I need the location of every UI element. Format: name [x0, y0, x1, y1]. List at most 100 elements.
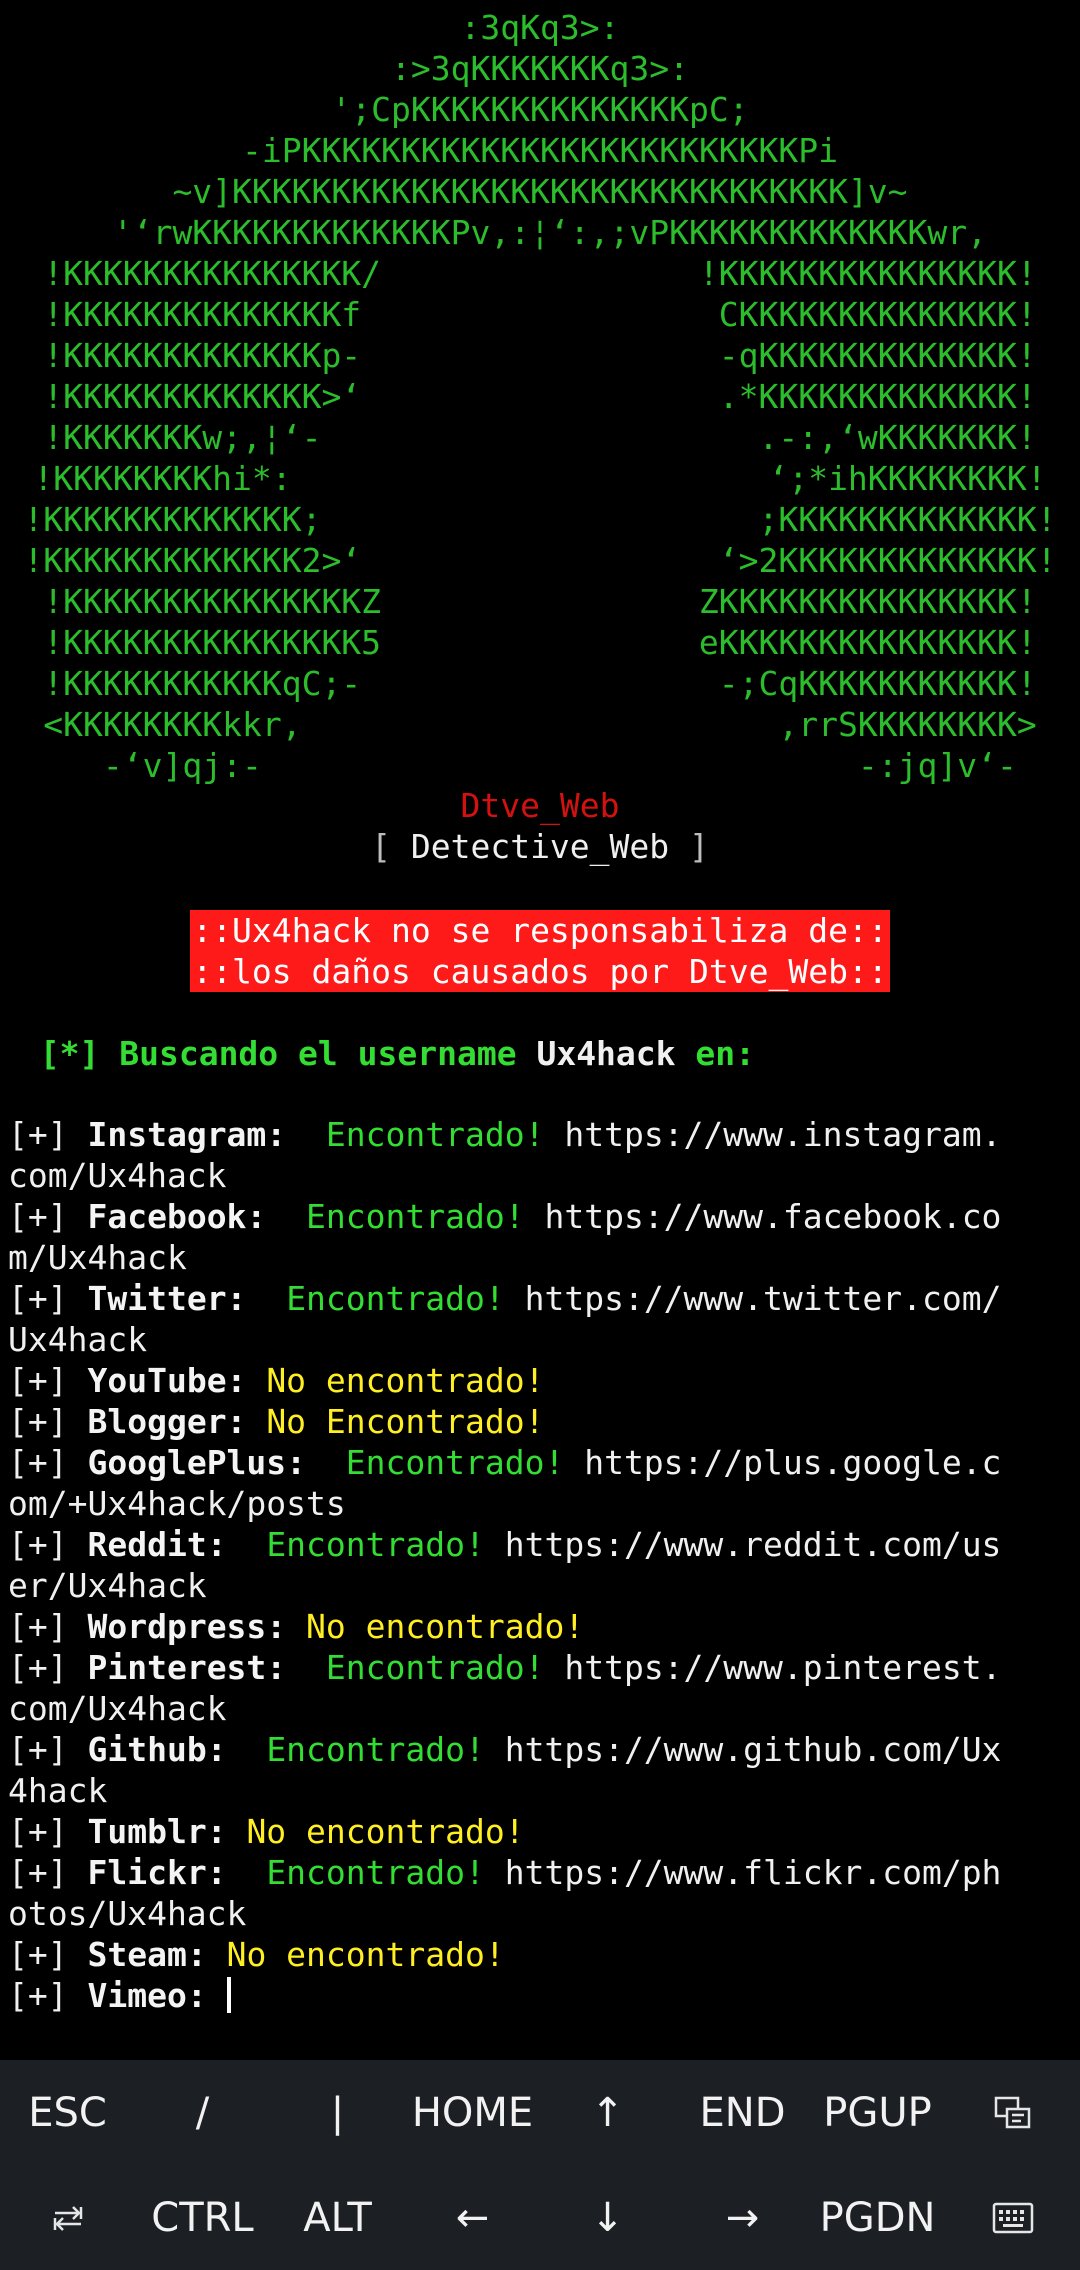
ascii-art-line: <KKKKKKKKkkr, ,rrSKKKKKKKK>: [43, 705, 1037, 744]
result-url[interactable]: https://www.flickr.com/ph: [505, 1853, 1002, 1892]
result-item: [+] Pinterest: Encontrado! https://www.p…: [8, 1647, 1076, 1729]
ascii-art-line: !KKKKKKKKKKKKK; ;KKKKKKKKKKKKK!: [23, 500, 1057, 539]
key-down[interactable]: ↓: [540, 2165, 675, 2270]
result-site: Wordpress:: [87, 1607, 287, 1646]
ascii-art-line: !KKKKKKKKKKKKK>‘ .*KKKKKKKKKKKKK!: [43, 377, 1037, 416]
result-status: No encontrado!: [266, 1361, 545, 1400]
result-site: Pinterest:: [87, 1648, 287, 1687]
key-label: →: [725, 2194, 760, 2241]
ascii-art-line: ';CpKKKKKKKKKKKKKKpC;: [331, 90, 749, 129]
ascii-art-line: '‘rwKKKKKKKKKKKKKPv,:¦‘:,;vPKKKKKKKKKKKK…: [92, 213, 988, 252]
result-marker: [+]: [8, 1853, 68, 1892]
key-tab[interactable]: [0, 2165, 135, 2270]
result-marker: [+]: [8, 1443, 68, 1482]
tab-icon: [51, 2204, 85, 2232]
key-label: PGDN: [819, 2194, 936, 2241]
result-status: Encontrado!: [306, 1197, 525, 1236]
result-marker: [+]: [8, 1607, 68, 1646]
result-marker: [+]: [8, 1402, 68, 1441]
key-esc[interactable]: ESC: [0, 2060, 135, 2165]
result-item: [+] YouTube: No encontrado!: [8, 1360, 1076, 1401]
result-site: Reddit:: [87, 1525, 227, 1564]
key-pgup[interactable]: PGUP: [810, 2060, 945, 2165]
result-url[interactable]: https://www.reddit.com/us: [505, 1525, 1002, 1564]
results-list: [+] Instagram: Encontrado! https://www.i…: [8, 1114, 1076, 2016]
result-item: [+] Vimeo:: [8, 1975, 1076, 2016]
result-url-continued[interactable]: om/+Ux4hack/posts: [8, 1483, 1076, 1524]
result-status: Encontrado!: [286, 1279, 505, 1318]
result-url-continued[interactable]: Ux4hack: [8, 1319, 1076, 1360]
result-url-continued[interactable]: otos/Ux4hack: [8, 1893, 1076, 1934]
result-marker: [+]: [8, 1361, 68, 1400]
key-slash[interactable]: /: [135, 2060, 270, 2165]
result-site: Vimeo:: [87, 1976, 207, 2015]
result-url-continued[interactable]: 4hack: [8, 1770, 1076, 1811]
result-url[interactable]: https://www.instagram.: [564, 1115, 1001, 1154]
result-marker: [+]: [8, 1935, 68, 1974]
ascii-art-logo: :3qKq3>::>3qKKKKKKKq3>: ';CpKKKKKKKKKKKKK…: [0, 7, 1080, 786]
result-status: Encontrado!: [266, 1730, 485, 1769]
result-url[interactable]: https://www.pinterest.: [564, 1648, 1001, 1687]
result-site: Blogger:: [87, 1402, 247, 1441]
key-home[interactable]: HOME: [405, 2060, 540, 2165]
result-marker: [+]: [8, 1976, 68, 2015]
key-end[interactable]: END: [675, 2060, 810, 2165]
result-item: [+] Github: Encontrado! https://www.gith…: [8, 1729, 1076, 1811]
ascii-art-line: :>3qKKKKKKKq3>:: [390, 49, 689, 88]
search-status: [*] Buscando el username Ux4hack en:: [0, 1033, 1080, 1074]
result-item: [+] Facebook: Encontrado! https://www.fa…: [8, 1196, 1076, 1278]
ascii-art-line: !KKKKKKKKKKKKKKf CKKKKKKKKKKKKKK!: [43, 295, 1037, 334]
key-right[interactable]: →: [675, 2165, 810, 2270]
search-text: Buscando el username: [99, 1034, 537, 1073]
ascii-art-line: !KKKKKKKKKKKKKKKZ ZKKKKKKKKKKKKKKK!: [43, 582, 1037, 621]
key-label: |: [330, 2089, 345, 2136]
ascii-art-line: !KKKKKKKKhi*: ‘;*ihKKKKKKKK!: [33, 459, 1047, 498]
result-url-continued[interactable]: m/Ux4hack: [8, 1237, 1076, 1278]
key-toggle-text-input[interactable]: [945, 2060, 1080, 2165]
key-label: CTRL: [151, 2194, 254, 2241]
key-label: /: [195, 2089, 210, 2136]
result-status: No Encontrado!: [266, 1402, 545, 1441]
ascii-art-line: !KKKKKKKKKKKKKKK/ !KKKKKKKKKKKKKKK!: [43, 254, 1037, 293]
key-label: HOME: [411, 2089, 534, 2136]
result-site: GooglePlus:: [87, 1443, 307, 1482]
keyboard-icon: [992, 2202, 1034, 2234]
extra-keys-row-1: ESC / | HOME ↑ END PGUP: [0, 2060, 1080, 2165]
result-marker: [+]: [8, 1197, 68, 1236]
result-item: [+] Steam: No encontrado!: [8, 1934, 1076, 1975]
terminal-output[interactable]: :3qKq3>::>3qKKKKKKKq3>: ';CpKKKKKKKKKKKKK…: [0, 0, 1080, 2060]
ascii-art-line: !KKKKKKKw;,¦‘- .-:,‘wKKKKKKK!: [43, 418, 1037, 457]
result-url[interactable]: https://www.facebook.co: [544, 1197, 1001, 1236]
key-keyboard[interactable]: [945, 2165, 1080, 2270]
key-pipe[interactable]: |: [270, 2060, 405, 2165]
result-url[interactable]: https://plus.google.c: [584, 1443, 1001, 1482]
key-ctrl[interactable]: CTRL: [135, 2165, 270, 2270]
extra-keys-bar: ESC / | HOME ↑ END PGUP CTRL ALT ← ↓ → PGDN: [0, 2060, 1080, 2270]
result-url[interactable]: https://www.github.com/Ux: [505, 1730, 1002, 1769]
key-label: ↓: [590, 2194, 625, 2241]
result-site: Tumblr:: [87, 1812, 227, 1851]
key-left[interactable]: ←: [405, 2165, 540, 2270]
text-input-icon: [993, 2095, 1033, 2131]
result-url-continued[interactable]: com/Ux4hack: [8, 1688, 1076, 1729]
result-site: Github:: [87, 1730, 227, 1769]
ascii-art-line: !KKKKKKKKKKKKKp- -qKKKKKKKKKKKKK!: [43, 336, 1037, 375]
key-pgdn[interactable]: PGDN: [810, 2165, 945, 2270]
result-item: [+] Wordpress: No encontrado!: [8, 1606, 1076, 1647]
ascii-art-line: :3qKq3>:: [460, 8, 620, 47]
result-item: [+] Blogger: No Encontrado!: [8, 1401, 1076, 1442]
text-cursor: [226, 1977, 231, 2013]
search-prefix: [*]: [39, 1034, 100, 1073]
result-site: Flickr:: [87, 1853, 227, 1892]
result-marker: [+]: [8, 1812, 68, 1851]
key-up[interactable]: ↑: [540, 2060, 675, 2165]
ascii-art-line: !KKKKKKKKKKKKK2>‘ ‘>2KKKKKKKKKKKKK!: [23, 541, 1057, 580]
key-alt[interactable]: ALT: [270, 2165, 405, 2270]
result-site: Facebook:: [87, 1197, 267, 1236]
key-label: ALT: [303, 2194, 372, 2241]
result-url-continued[interactable]: er/Ux4hack: [8, 1565, 1076, 1606]
result-url-continued[interactable]: com/Ux4hack: [8, 1155, 1076, 1196]
result-status: Encontrado!: [345, 1443, 565, 1482]
extra-keys-row-2: CTRL ALT ← ↓ → PGDN: [0, 2165, 1080, 2270]
result-url[interactable]: https://www.twitter.com/: [525, 1279, 1002, 1318]
